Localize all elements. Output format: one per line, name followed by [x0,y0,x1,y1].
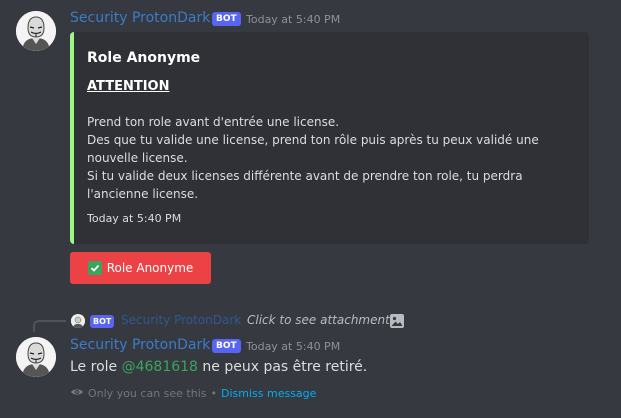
reply-connector [33,320,66,332]
avatar[interactable] [16,11,56,51]
reply-avatar [71,314,85,328]
anonymous-mask-icon [71,315,85,328]
dismiss-message-link[interactable]: Dismiss message [221,387,316,400]
eye-icon [70,387,84,400]
embed-heading: ATTENTION [87,79,170,94]
bot-tag: BOT [212,12,241,26]
reply-attachment-text[interactable]: Click to see attachment [247,313,390,327]
message-content: Le role @4681618 ne peux pas être retiré… [70,359,367,375]
timestamp[interactable]: Today at 5:40 PM [246,340,340,353]
content-prefix: Le role [70,359,122,375]
anonymous-mask-icon [16,337,56,377]
bot-tag: BOT [212,339,241,353]
check-mark-icon [87,261,102,275]
image-icon [389,313,405,333]
separator: • [210,387,218,400]
button-label: Role Anonyme [106,261,194,275]
content-suffix: ne peux pas être retiré. [197,359,368,375]
embed-title: Role Anonyme [87,50,201,66]
embed: Role Anonyme ATTENTION Prend ton role av… [70,32,589,244]
avatar[interactable] [16,337,56,377]
author-name[interactable]: Security ProtonDark [70,337,210,353]
anonymous-mask-icon [16,11,56,51]
role-mention[interactable]: @4681618 [122,359,198,375]
author-name[interactable]: Security ProtonDark [70,10,210,26]
role-anonyme-button[interactable]: Role Anonyme [70,252,211,284]
embed-footer-timestamp: Today at 5:40 PM [87,212,182,225]
timestamp[interactable]: Today at 5:40 PM [246,13,340,26]
ephemeral-notice: Only you can see this • Dismiss message [70,387,316,400]
ephemeral-text: Only you can see this [88,387,207,400]
reply-author-name[interactable]: Security ProtonDark [121,313,241,327]
bot-tag: BOT [90,315,115,328]
embed-description: Prend ton role avant d'entrée une licens… [87,115,539,201]
